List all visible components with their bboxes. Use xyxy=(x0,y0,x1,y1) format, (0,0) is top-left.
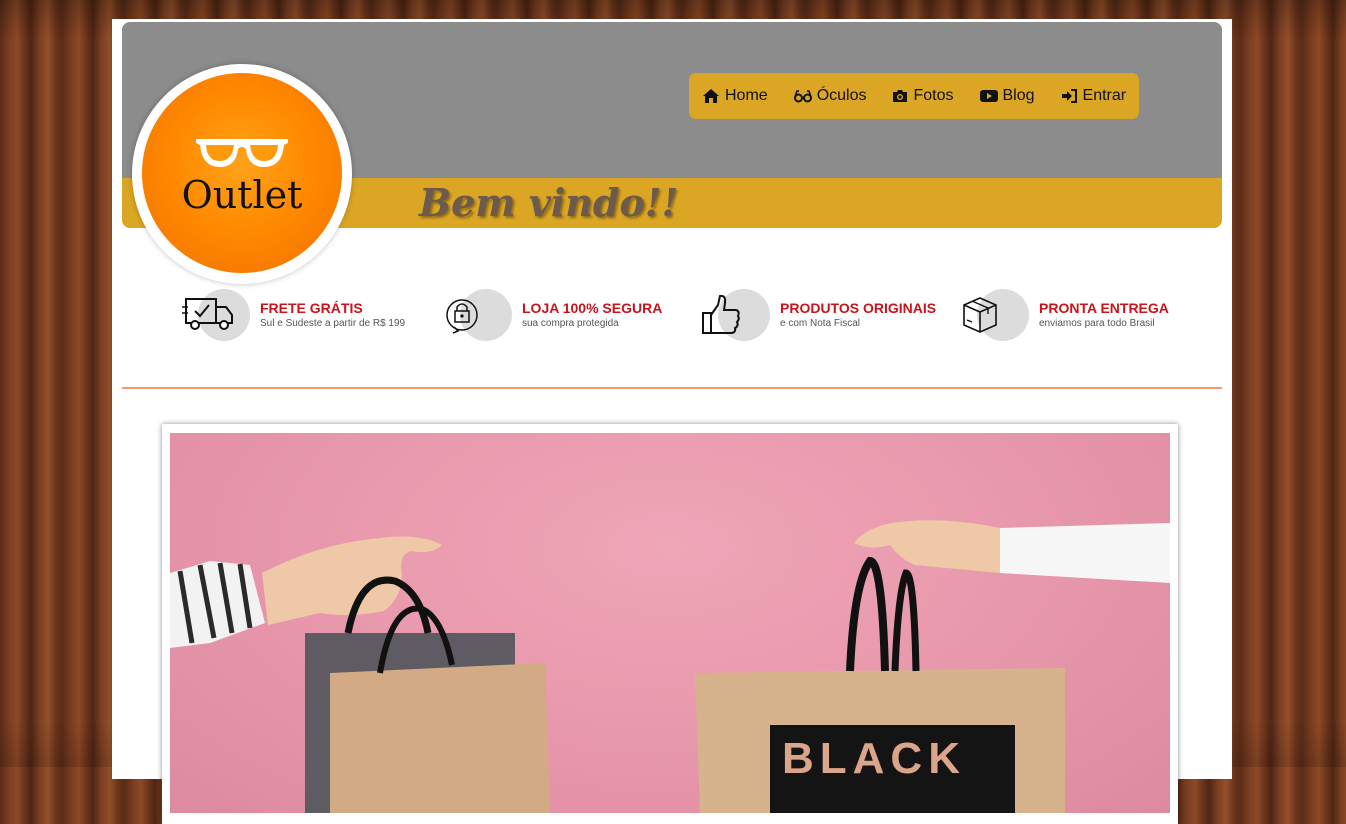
banner-frame: BLACK xyxy=(162,424,1178,824)
box-icon xyxy=(961,293,1001,342)
nav-oculos-label: Óculos xyxy=(816,87,867,104)
feature-title: PRODUTOS ORIGINAIS xyxy=(780,300,937,316)
feature-pronta-entrega: PRONTA ENTREGA enviamos para todo Brasil xyxy=(961,287,1201,347)
nav-fotos-label: Fotos xyxy=(913,87,954,104)
nav-home-label: Home xyxy=(725,87,768,104)
truck-icon xyxy=(182,293,234,338)
welcome-heading: Bem vindo!! xyxy=(419,180,679,225)
logo-text: Outlet xyxy=(181,173,303,217)
section-divider xyxy=(122,387,1222,389)
nav-entrar-label: Entrar xyxy=(1082,87,1127,104)
camera-icon xyxy=(892,89,908,103)
feature-frete-gratis: FRETE GRÁTIS Sul e Sudeste a partir de R… xyxy=(182,287,422,347)
logo-circle: Outlet xyxy=(142,73,342,273)
feature-title: LOJA 100% SEGURA xyxy=(522,300,663,316)
thumbs-up-icon xyxy=(702,293,744,342)
feature-title: PRONTA ENTREGA xyxy=(1039,300,1169,316)
feature-subtitle: e com Nota Fiscal xyxy=(780,318,861,329)
nav-oculos[interactable]: Óculos xyxy=(781,73,880,119)
glasses-icon xyxy=(793,89,812,103)
nav-fotos[interactable]: Fotos xyxy=(879,73,966,119)
nav-blog[interactable]: Blog xyxy=(967,73,1048,119)
feature-loja-segura: LOJA 100% SEGURA sua compra protegida xyxy=(444,287,684,347)
logo[interactable]: Outlet xyxy=(132,64,352,284)
nav-home[interactable]: Home xyxy=(689,73,781,119)
youtube-icon xyxy=(979,89,998,103)
feature-produtos-originais: PRODUTOS ORIGINAIS e com Nota Fiscal xyxy=(702,287,952,347)
bag-label: BLACK xyxy=(782,734,966,783)
feature-title: FRETE GRÁTIS xyxy=(260,300,363,316)
page-container: Bem vindo!! Outlet Home Óculos Fotos Blo… xyxy=(112,19,1232,824)
feature-subtitle: enviamos para todo Brasil xyxy=(1039,318,1155,329)
lock-icon xyxy=(444,293,484,342)
shopping-bags-illustration: BLACK xyxy=(170,520,1170,813)
glasses-logo-icon xyxy=(196,139,288,167)
feature-subtitle: sua compra protegida xyxy=(522,318,619,329)
banner-image[interactable]: BLACK xyxy=(170,433,1170,813)
nav-blog-label: Blog xyxy=(1002,87,1035,104)
feature-subtitle: Sul e Sudeste a partir de R$ 199 xyxy=(260,318,406,329)
sign-in-icon xyxy=(1061,89,1078,103)
main-nav: Home Óculos Fotos Blog Entrar xyxy=(689,73,1139,119)
nav-entrar[interactable]: Entrar xyxy=(1048,73,1140,119)
home-icon xyxy=(702,88,720,104)
features-bar: FRETE GRÁTIS Sul e Sudeste a partir de R… xyxy=(112,287,1232,347)
